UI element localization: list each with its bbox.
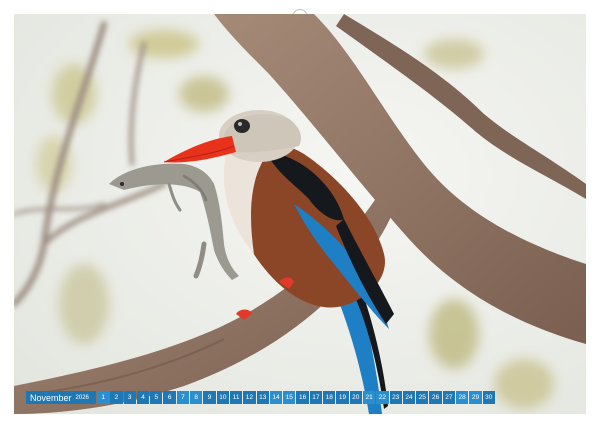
day-cell: 9 bbox=[203, 391, 216, 404]
day-cell: 16 bbox=[296, 391, 309, 404]
month-year: 2026 bbox=[75, 394, 89, 401]
day-cell: 1 bbox=[97, 391, 110, 404]
day-cell: 25 bbox=[416, 391, 429, 404]
month-name: November bbox=[30, 392, 72, 403]
day-cell: 15 bbox=[283, 391, 296, 404]
month-strip: November 2026 1 2 3 4 5 6 7 8 9 10 11 12 13 14 15 16 17 1… bbox=[26, 391, 495, 404]
day-cell: 13 bbox=[256, 391, 269, 404]
day-cell: 14 bbox=[269, 391, 283, 404]
day-cell: 21 bbox=[362, 391, 376, 404]
day-cell: 18 bbox=[323, 391, 336, 404]
day-cell: 26 bbox=[429, 391, 442, 404]
day-cell: 2 bbox=[110, 391, 123, 404]
day-cell: 10 bbox=[216, 391, 229, 404]
day-cell: 19 bbox=[336, 391, 349, 404]
day-cell: 11 bbox=[229, 391, 243, 404]
calendar-page: November 2026 1 2 3 4 5 6 7 8 9 10 11 12 13 14 15 16 17 1… bbox=[0, 0, 600, 432]
day-cell: 28 bbox=[456, 391, 469, 404]
day-cell: 6 bbox=[163, 391, 176, 404]
day-cell: 30 bbox=[482, 391, 495, 404]
day-cell: 5 bbox=[150, 391, 163, 404]
day-cell: 17 bbox=[309, 391, 323, 404]
day-cell: 20 bbox=[349, 391, 362, 404]
bird-eye bbox=[234, 119, 250, 133]
day-cell: 7 bbox=[176, 391, 190, 404]
day-cell: 24 bbox=[402, 391, 416, 404]
day-cell: 29 bbox=[469, 391, 482, 404]
month-label: November 2026 bbox=[26, 391, 96, 404]
day-cell: 4 bbox=[136, 391, 150, 404]
day-cell: 3 bbox=[123, 391, 136, 404]
day-cell: 8 bbox=[190, 391, 203, 404]
day-cell: 22 bbox=[376, 391, 389, 404]
day-cell: 23 bbox=[389, 391, 402, 404]
kingfisher-photo bbox=[14, 14, 586, 414]
day-cell: 27 bbox=[442, 391, 456, 404]
day-cell: 12 bbox=[243, 391, 256, 404]
